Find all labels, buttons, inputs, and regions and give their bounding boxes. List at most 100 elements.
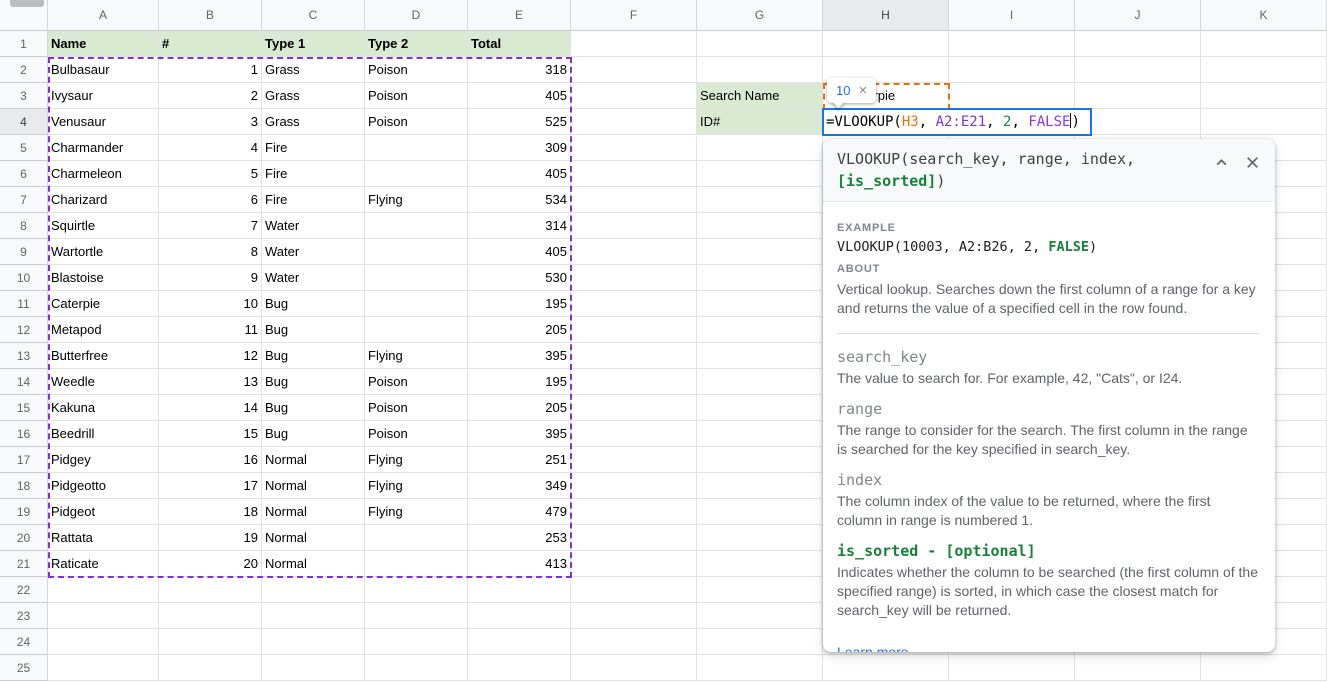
cell-G12[interactable]	[697, 317, 823, 343]
cell-A4[interactable]: Venusaur	[48, 109, 159, 135]
cell-E13[interactable]: 395	[468, 343, 571, 369]
learn-more-link[interactable]: Learn more	[837, 644, 909, 652]
row-header-7[interactable]: 7	[0, 187, 48, 213]
cell-B11[interactable]: 10	[159, 291, 262, 317]
cell-A13[interactable]: Butterfree	[48, 343, 159, 369]
column-header-E[interactable]: E	[468, 0, 571, 31]
cell-D12[interactable]	[365, 317, 468, 343]
cell-A9[interactable]: Wartortle	[48, 239, 159, 265]
cell-E23[interactable]	[468, 603, 571, 629]
cell-F20[interactable]	[571, 525, 697, 551]
cell-E17[interactable]: 251	[468, 447, 571, 473]
cell-A11[interactable]: Caterpie	[48, 291, 159, 317]
cell-F2[interactable]	[571, 57, 697, 83]
cell-C10[interactable]: Water	[262, 265, 365, 291]
cell-C1[interactable]: Type 1	[262, 31, 365, 57]
cell-E15[interactable]: 205	[468, 395, 571, 421]
cell-C22[interactable]	[262, 577, 365, 603]
cell-E16[interactable]: 395	[468, 421, 571, 447]
cell-F1[interactable]	[571, 31, 697, 57]
cell-F4[interactable]	[571, 109, 697, 135]
cell-A10[interactable]: Blastoise	[48, 265, 159, 291]
cell-K3[interactable]	[1201, 83, 1327, 109]
row-header-15[interactable]: 15	[0, 395, 48, 421]
cell-H25[interactable]	[823, 655, 949, 681]
cell-K4[interactable]	[1201, 109, 1327, 135]
cell-A14[interactable]: Weedle	[48, 369, 159, 395]
cell-C25[interactable]	[262, 655, 365, 681]
cell-K25[interactable]	[1201, 655, 1327, 681]
cell-C12[interactable]: Bug	[262, 317, 365, 343]
cell-D5[interactable]	[365, 135, 468, 161]
cell-B14[interactable]: 13	[159, 369, 262, 395]
column-header-J[interactable]: J	[1075, 0, 1201, 31]
row-header-6[interactable]: 6	[0, 161, 48, 187]
cell-F10[interactable]	[571, 265, 697, 291]
cell-F13[interactable]	[571, 343, 697, 369]
cell-A24[interactable]	[48, 629, 159, 655]
cell-K2[interactable]	[1201, 57, 1327, 83]
cell-E18[interactable]: 349	[468, 473, 571, 499]
row-header-24[interactable]: 24	[0, 629, 48, 655]
cell-G5[interactable]	[697, 135, 823, 161]
cell-F7[interactable]	[571, 187, 697, 213]
cell-B12[interactable]: 11	[159, 317, 262, 343]
cell-E20[interactable]: 253	[468, 525, 571, 551]
cell-C2[interactable]: Grass	[262, 57, 365, 83]
cell-G25[interactable]	[697, 655, 823, 681]
cell-E14[interactable]: 195	[468, 369, 571, 395]
cell-B22[interactable]	[159, 577, 262, 603]
cell-C7[interactable]: Fire	[262, 187, 365, 213]
cell-F24[interactable]	[571, 629, 697, 655]
cell-E25[interactable]	[468, 655, 571, 681]
cell-D23[interactable]	[365, 603, 468, 629]
cell-G11[interactable]	[697, 291, 823, 317]
cell-D13[interactable]: Flying	[365, 343, 468, 369]
cell-D20[interactable]	[365, 525, 468, 551]
cell-B15[interactable]: 14	[159, 395, 262, 421]
cell-B5[interactable]: 4	[159, 135, 262, 161]
cell-G24[interactable]	[697, 629, 823, 655]
row-header-25[interactable]: 25	[0, 655, 48, 681]
cell-B10[interactable]: 9	[159, 265, 262, 291]
cell-D15[interactable]: Poison	[365, 395, 468, 421]
cell-E6[interactable]: 405	[468, 161, 571, 187]
cell-F3[interactable]	[571, 83, 697, 109]
row-header-8[interactable]: 8	[0, 213, 48, 239]
cell-A18[interactable]: Pidgeotto	[48, 473, 159, 499]
cell-I3[interactable]	[949, 83, 1075, 109]
cell-G14[interactable]	[697, 369, 823, 395]
cell-A25[interactable]	[48, 655, 159, 681]
row-header-12[interactable]: 12	[0, 317, 48, 343]
cell-D17[interactable]: Flying	[365, 447, 468, 473]
column-header-F[interactable]: F	[571, 0, 697, 31]
cell-G22[interactable]	[697, 577, 823, 603]
row-header-13[interactable]: 13	[0, 343, 48, 369]
cell-E22[interactable]	[468, 577, 571, 603]
cell-E10[interactable]: 530	[468, 265, 571, 291]
cell-C18[interactable]: Normal	[262, 473, 365, 499]
cell-G6[interactable]	[697, 161, 823, 187]
cell-B25[interactable]	[159, 655, 262, 681]
cell-A3[interactable]: Ivysaur	[48, 83, 159, 109]
column-header-B[interactable]: B	[159, 0, 262, 31]
cell-D8[interactable]	[365, 213, 468, 239]
row-header-3[interactable]: 3	[0, 83, 48, 109]
cell-F19[interactable]	[571, 499, 697, 525]
cell-G2[interactable]	[697, 57, 823, 83]
cell-F23[interactable]	[571, 603, 697, 629]
cell-G16[interactable]	[697, 421, 823, 447]
cell-A22[interactable]	[48, 577, 159, 603]
cell-F5[interactable]	[571, 135, 697, 161]
cell-E2[interactable]: 318	[468, 57, 571, 83]
cell-C4[interactable]: Grass	[262, 109, 365, 135]
column-header-K[interactable]: K	[1201, 0, 1327, 31]
cell-E4[interactable]: 525	[468, 109, 571, 135]
cell-E3[interactable]: 405	[468, 83, 571, 109]
row-header-1[interactable]: 1	[0, 31, 48, 57]
row-header-20[interactable]: 20	[0, 525, 48, 551]
cell-G8[interactable]	[697, 213, 823, 239]
cell-F21[interactable]	[571, 551, 697, 577]
cell-F25[interactable]	[571, 655, 697, 681]
cell-G21[interactable]	[697, 551, 823, 577]
